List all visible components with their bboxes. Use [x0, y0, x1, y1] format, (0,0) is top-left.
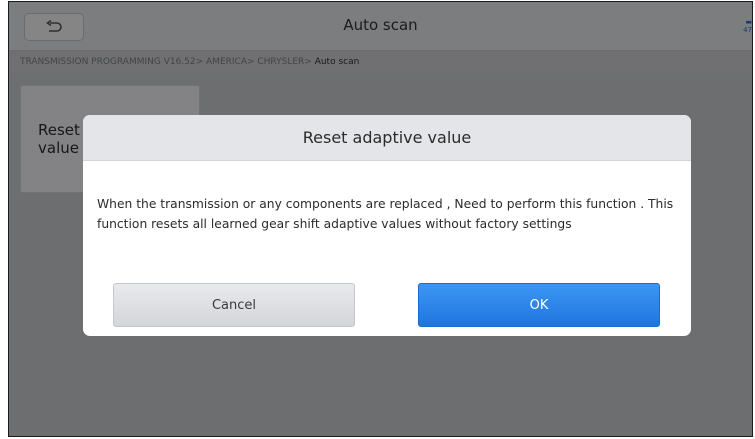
device-screen: Auto scan ▬ 47 TRANSMISSION PROGRAMMING V…	[8, 1, 753, 437]
reset-adaptive-value-dialog: Reset adaptive value When the transmissi…	[83, 115, 691, 336]
dialog-title: Reset adaptive value	[83, 115, 691, 161]
dialog-message: When the transmission or any components …	[97, 197, 674, 231]
cancel-button-label: Cancel	[211, 297, 257, 313]
ok-button[interactable]: OK	[418, 283, 660, 327]
ok-button-label: OK	[529, 297, 549, 313]
cancel-button[interactable]: Cancel	[113, 283, 355, 327]
